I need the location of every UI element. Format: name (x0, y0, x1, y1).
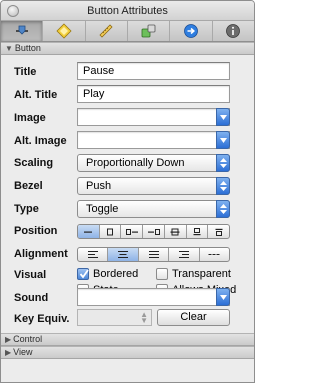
disclosure-open-icon: ▼ (5, 44, 13, 53)
section-view-label: View (13, 347, 33, 357)
scaling-value: Proportionally Down (86, 157, 185, 169)
section-view-header[interactable]: ▶ View (1, 346, 254, 359)
scaling-popup-arrow (216, 154, 230, 172)
slider-attributes-icon (15, 25, 28, 35)
align-left-icon (87, 251, 98, 258)
visual-label: Visual (14, 269, 47, 281)
align-justify-icon (148, 251, 159, 258)
position-image-left-icon (125, 228, 138, 235)
position-image-left-segment[interactable] (121, 225, 144, 238)
button-attributes-window: Button Attributes ▼ Button Title Pause A… (0, 0, 255, 383)
disclosure-closed-icon: ▶ (5, 335, 12, 344)
align-natural-segment[interactable] (200, 248, 229, 261)
effects-diamond-icon (56, 23, 72, 39)
position-image-only-icon (107, 228, 114, 235)
chevron-down-icon (219, 114, 227, 120)
align-center-icon (118, 251, 129, 258)
title-label: Title (14, 66, 37, 78)
scaling-label: Scaling (14, 157, 54, 169)
bezel-popup-arrow (216, 177, 230, 195)
type-value: Toggle (86, 203, 119, 215)
type-label: Type (14, 203, 39, 215)
align-center-segment[interactable] (108, 248, 139, 261)
type-popup-arrow (216, 200, 230, 218)
position-image-below-segment[interactable] (208, 225, 229, 238)
position-segmented-control (77, 224, 230, 239)
window-title: Button Attributes (87, 5, 168, 17)
alt-image-label: Alt. Image (14, 135, 67, 147)
section-control-label: Control (13, 334, 43, 344)
sound-combo[interactable] (77, 288, 230, 306)
tab-info[interactable] (213, 21, 254, 41)
scaling-popup[interactable]: Proportionally Down (77, 154, 230, 172)
image-combo-arrow[interactable] (216, 108, 230, 126)
tab-connections[interactable] (128, 21, 171, 41)
bordered-checkbox[interactable]: Bordered (77, 268, 138, 280)
position-image-below-icon (215, 228, 223, 236)
position-label: Position (14, 225, 58, 237)
transparent-checkbox-label: Transparent (172, 268, 231, 280)
alt-image-combo-arrow[interactable] (216, 131, 230, 149)
tab-effects[interactable] (43, 21, 86, 41)
inspector-toolbar (1, 21, 254, 42)
transparent-checkbox[interactable]: Transparent (156, 268, 231, 280)
position-image-only-segment[interactable] (100, 225, 122, 238)
align-left-segment[interactable] (78, 248, 109, 261)
alt-title-label: Alt. Title (14, 89, 58, 101)
chevron-down-icon (219, 294, 227, 300)
disclosure-closed-icon: ▶ (5, 348, 12, 357)
position-text-only-icon (84, 231, 93, 233)
sound-combo-arrow[interactable] (216, 288, 230, 306)
connections-icon (141, 24, 156, 38)
position-image-right-icon (147, 228, 160, 235)
updown-arrows-icon (219, 204, 227, 214)
bezel-value: Push (86, 180, 112, 192)
key-equiv-stepper-icon: ▲ ▼ (140, 310, 148, 325)
type-popup[interactable]: Toggle (77, 200, 230, 218)
position-no-image-segment[interactable] (78, 225, 100, 238)
alignment-segmented-control (77, 247, 230, 262)
tab-size[interactable] (86, 21, 128, 41)
bordered-check-box[interactable] (77, 268, 89, 280)
sound-label: Sound (14, 292, 49, 304)
alt-image-combo[interactable] (77, 131, 230, 149)
title-bar[interactable]: Button Attributes (1, 1, 254, 21)
title-field[interactable]: Pause (77, 62, 230, 80)
bordered-checkbox-label: Bordered (93, 268, 139, 280)
position-overlaps-icon (170, 228, 180, 235)
checkmark-icon (79, 269, 89, 279)
image-label: Image (14, 112, 46, 124)
position-image-above-icon (193, 227, 201, 235)
align-justify-segment[interactable] (139, 248, 170, 261)
position-overlaps-segment[interactable] (165, 225, 187, 238)
transparent-check-box[interactable] (156, 268, 168, 280)
info-icon (226, 24, 241, 38)
align-right-segment[interactable] (169, 248, 200, 261)
align-natural-icon (208, 254, 220, 255)
clear-button[interactable]: Clear (157, 309, 230, 326)
section-control-header[interactable]: ▶ Control (1, 333, 254, 346)
bindings-arrow-icon (184, 24, 198, 38)
position-image-above-segment[interactable] (187, 225, 209, 238)
section-button-label: Button (14, 43, 41, 53)
updown-arrows-icon (219, 158, 227, 168)
tab-bindings[interactable] (170, 21, 213, 41)
inspector-empty-area (1, 361, 254, 382)
ruler-size-icon (99, 24, 113, 38)
updown-arrows-icon (219, 181, 227, 191)
image-combo[interactable] (77, 108, 230, 126)
tab-attributes[interactable] (1, 21, 44, 41)
alignment-label: Alignment (14, 248, 68, 260)
bezel-label: Bezel (14, 180, 43, 192)
key-equiv-label: Key Equiv. (14, 313, 70, 325)
bezel-popup[interactable]: Push (77, 177, 230, 195)
align-right-icon (178, 251, 189, 258)
position-image-right-segment[interactable] (143, 225, 165, 238)
chevron-down-icon (219, 137, 227, 143)
alt-title-field[interactable]: Play (77, 85, 230, 103)
section-button-header[interactable]: ▼ Button (1, 42, 254, 55)
key-equiv-field[interactable]: ▲ ▼ (77, 309, 152, 326)
